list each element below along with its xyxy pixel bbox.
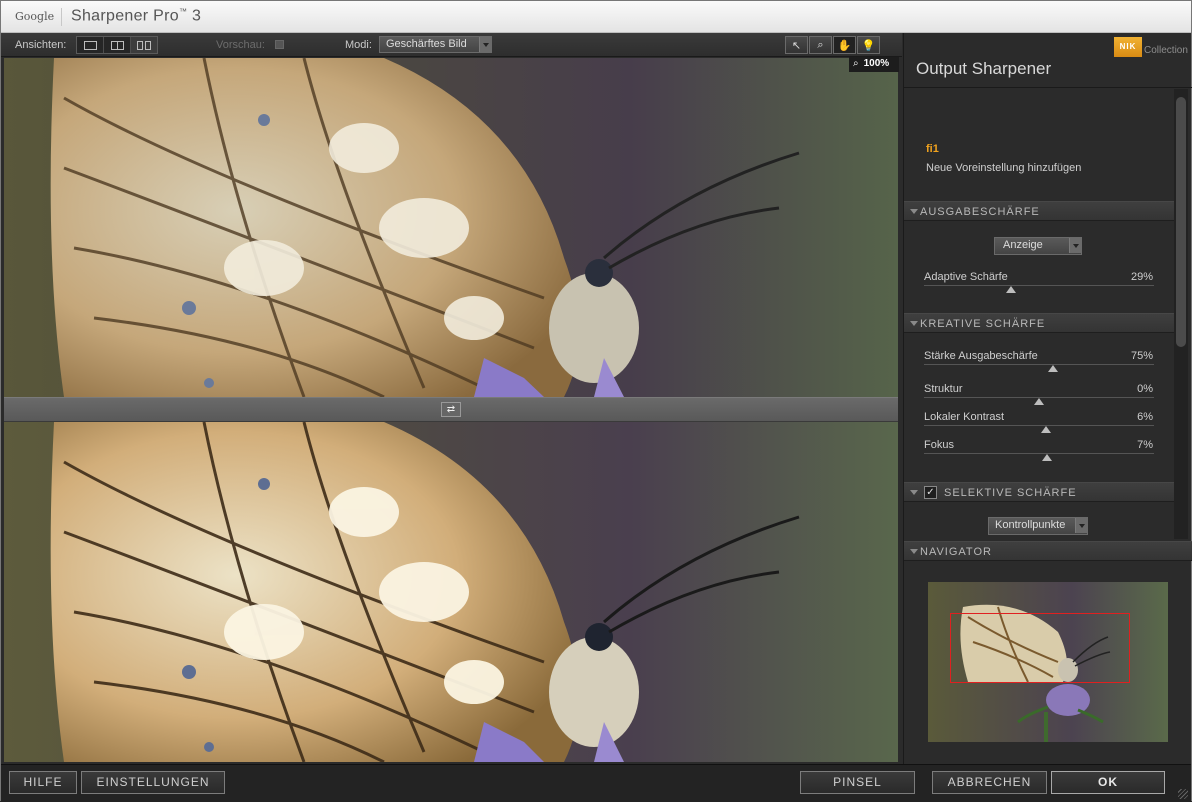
slider-label: Struktur [924, 383, 963, 395]
single-view-icon [83, 40, 97, 50]
chevron-down-icon [1069, 238, 1081, 253]
mode-label: Modi: [345, 39, 372, 51]
slider-value: 7% [1137, 439, 1153, 451]
collapse-triangle-icon [910, 490, 918, 495]
mode-select[interactable]: Geschärftes Bild [379, 36, 492, 53]
pointer-tool-button[interactable]: ↖ [785, 36, 808, 54]
brand-label: Google [15, 10, 55, 23]
pane-splitter[interactable]: ⇄ [4, 397, 898, 422]
preview-pane-original[interactable] [4, 58, 898, 397]
slider-label: Stärke Ausgabeschärfe [924, 350, 1038, 362]
zoom-value: 100% [863, 58, 890, 69]
cancel-button[interactable]: ABBRECHEN [932, 771, 1047, 794]
slider-value: 6% [1137, 411, 1153, 423]
lightbulb-icon: 💡 [861, 39, 876, 52]
section-title: KREATIVE SCHÄRFE [920, 318, 1046, 330]
panel-title: Output Sharpener [916, 59, 1052, 78]
preset-name[interactable]: fi1 [926, 143, 939, 155]
section-title: AUSGABESCHÄRFE [920, 206, 1040, 218]
title-separator [61, 8, 62, 26]
lightbulb-tool-button[interactable]: 💡 [857, 36, 880, 54]
trademark: ™ [178, 7, 188, 16]
navigator-thumbnail[interactable] [928, 582, 1168, 742]
bottom-action-bar: HILFE EINSTELLUNGEN PINSEL ABBRECHEN OK [1, 764, 1191, 802]
preview-checkbox[interactable] [275, 40, 284, 49]
chevron-down-icon [479, 37, 491, 52]
slider-thumb[interactable] [1005, 286, 1016, 293]
preview-label: Vorschau: [216, 39, 265, 51]
butterfly-image-original [4, 58, 898, 397]
section-output-sharpening[interactable]: AUSGABESCHÄRFE [904, 201, 1174, 221]
nik-collection-label: Collection [1144, 45, 1188, 56]
nik-logo: NIK [1114, 37, 1142, 57]
slider-thumb[interactable] [1048, 365, 1058, 372]
add-preset-link[interactable]: Neue Voreinstellung hinzufügen [926, 162, 1081, 174]
section-creative-sharpening[interactable]: KREATIVE SCHÄRFE [904, 313, 1174, 333]
collapse-triangle-icon [910, 549, 918, 554]
slider-track [924, 425, 1154, 426]
sharpener-pro-window: Google Sharpener Pro™ 3 Ansichten: Vorsc… [0, 0, 1192, 802]
settings-panel: NIK Collection Output Sharpener fi1 Neue… [903, 33, 1192, 764]
navigator-viewport-rect[interactable] [950, 613, 1130, 683]
views-label: Ansichten: [15, 39, 67, 51]
slider-value: 29% [1130, 271, 1153, 283]
product-version: 3 [192, 7, 202, 25]
slider-track [924, 364, 1154, 365]
zoom-indicator-icon: ⌕ [853, 58, 859, 69]
slider-value: 0% [1137, 383, 1153, 395]
slider-track [924, 285, 1154, 286]
section-selective-sharpening[interactable]: ✓ SELEKTIVE SCHÄRFE [904, 482, 1174, 502]
slider-thumb[interactable] [1042, 454, 1053, 461]
section-navigator[interactable]: NAVIGATOR [904, 541, 1192, 561]
pointer-icon: ↖ [791, 39, 802, 52]
slider-thumb[interactable] [1034, 398, 1044, 405]
slider-label: Fokus [924, 439, 954, 451]
output-display-select[interactable]: Anzeige [994, 237, 1082, 255]
panel-scrollbar-thumb[interactable] [1176, 97, 1186, 347]
control-points-select[interactable]: Kontrollpunkte [988, 517, 1088, 535]
split-view-button[interactable] [104, 37, 131, 53]
side-by-side-view-icon [137, 40, 151, 50]
zoom-tool-button[interactable]: ⌕ [809, 36, 832, 54]
product-name: Sharpener Pro [71, 7, 179, 25]
tool-group: ↖ ⌕ ✋ 💡 [785, 36, 880, 54]
slider-value: 75% [1130, 350, 1153, 362]
preview-pane-sharpened[interactable] [4, 422, 898, 762]
slider-thumb[interactable] [1040, 426, 1051, 433]
output-display-select-value: Anzeige [1003, 239, 1043, 251]
section-title: NAVIGATOR [920, 546, 992, 558]
mode-select-value: Geschärftes Bild [386, 38, 467, 50]
slider-track [924, 453, 1154, 454]
chevron-down-icon [1075, 518, 1087, 533]
settings-button[interactable]: EINSTELLUNGEN [81, 771, 225, 794]
collapse-triangle-icon [910, 321, 918, 326]
swap-panes-button[interactable]: ⇄ [441, 402, 461, 417]
view-toolbar: Ansichten: Vorschau: Modi: Geschärftes B… [1, 33, 902, 57]
help-button[interactable]: HILFE [9, 771, 77, 794]
slider-label: Adaptive Schärfe [924, 271, 1008, 283]
hand-icon: ✋ [837, 39, 852, 52]
resize-grip-icon[interactable] [1178, 789, 1188, 799]
panel-scrollbar[interactable] [1174, 89, 1188, 539]
slider-label: Lokaler Kontrast [924, 411, 1005, 423]
split-view-icon [110, 40, 124, 50]
butterfly-image-sharpened [4, 422, 898, 762]
zoom-icon: ⌕ [817, 38, 824, 51]
title-bar: Google Sharpener Pro™ 3 [1, 1, 1191, 33]
product-title: Sharpener Pro™ 3 [71, 7, 201, 25]
side-by-side-view-button[interactable] [131, 37, 157, 53]
swap-icon: ⇄ [446, 404, 456, 415]
single-view-button[interactable] [77, 37, 104, 53]
collapse-triangle-icon [910, 209, 918, 214]
ok-button[interactable]: OK [1051, 771, 1165, 794]
view-mode-group [76, 36, 158, 54]
hand-tool-button[interactable]: ✋ [833, 36, 856, 54]
brush-button[interactable]: PINSEL [800, 771, 915, 794]
selective-sharpening-checkbox[interactable]: ✓ [924, 486, 937, 499]
section-title: SELEKTIVE SCHÄRFE [944, 487, 1077, 499]
zoom-indicator: ⌕ 100% [849, 57, 899, 72]
control-points-select-value: Kontrollpunkte [995, 519, 1066, 531]
